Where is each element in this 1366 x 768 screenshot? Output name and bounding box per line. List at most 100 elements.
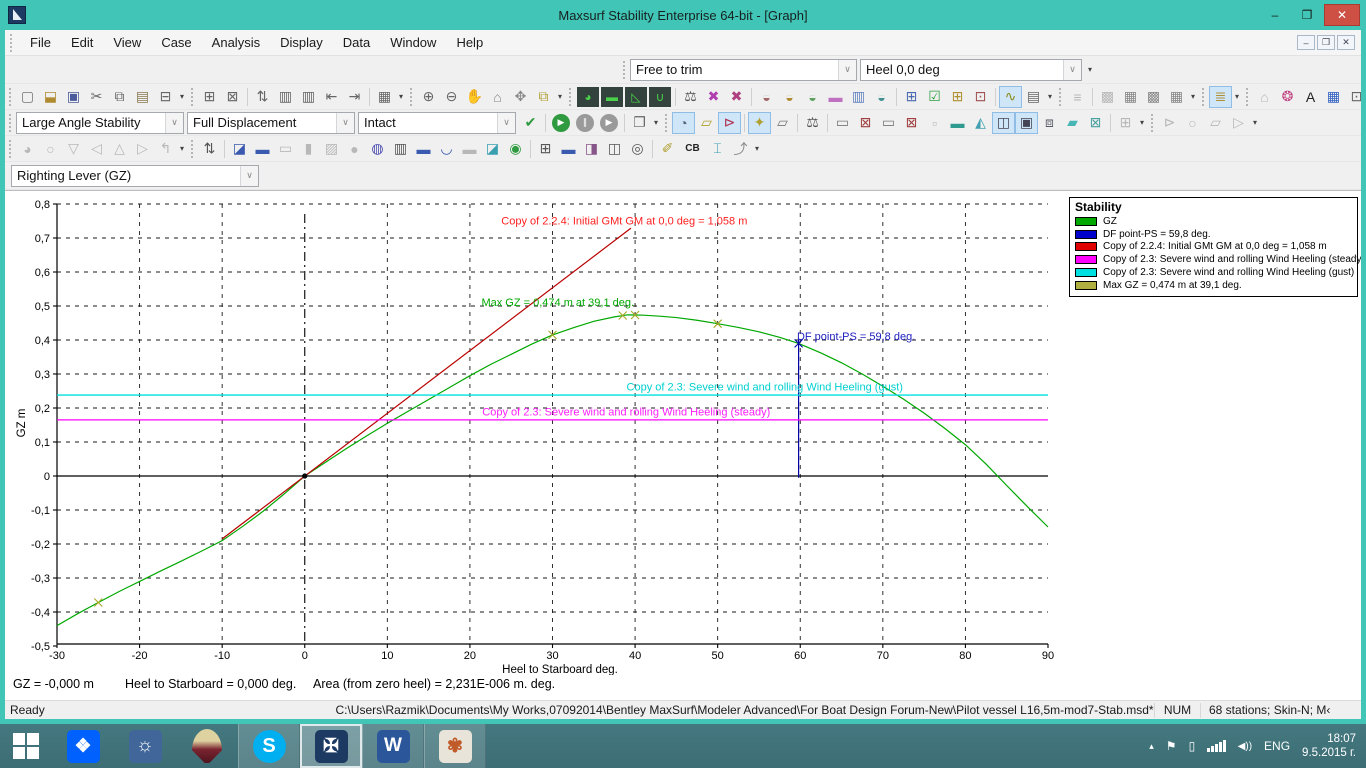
graph-window-button[interactable]: ∿ [999,86,1022,108]
grid-options-button[interactable]: ▦ [1165,86,1188,108]
object-button[interactable]: ● [343,138,366,160]
docking-button[interactable]: ▮ [297,138,320,160]
add-wave-button[interactable]: ✦ [748,112,771,134]
tank-open-button[interactable]: ◍ [366,138,389,160]
open-file-button[interactable]: ⬓ [39,86,62,108]
condition-combo[interactable]: Intact∨ [358,112,516,134]
wave-ship-button[interactable]: ◪ [481,138,504,160]
grid-coarse-button[interactable]: ▩ [1096,86,1119,108]
combo-dropdown-icon[interactable]: ∨ [165,113,183,133]
sounding-pipes-button[interactable]: ▥ [389,138,412,160]
folder-button[interactable]: ▬ [458,138,481,160]
copy-button[interactable]: ⧉ [108,86,131,108]
delete-loadcase-button[interactable]: ✖ [702,86,725,108]
render-mode-2-button[interactable]: ○ [39,138,62,160]
view-cube-button[interactable]: ⧈ [1038,112,1061,134]
print-button-dropdown-icon[interactable]: ▾ [177,92,187,101]
view-body-button[interactable]: ∪ [649,87,671,107]
cb-symbol-button[interactable]: CB [679,138,706,160]
delete-all-loadcases-button[interactable]: ✖ [725,86,748,108]
move-column-right-button[interactable]: ⇥ [343,86,366,108]
render-mode-1-button[interactable]: ◕ [16,138,39,160]
battery-icon[interactable]: ▯ [1189,739,1196,753]
loadcase-window-button[interactable]: ⊞ [946,86,969,108]
render-flat-button[interactable]: ▱ [695,112,718,134]
combo-dropdown-icon[interactable]: ∨ [1063,60,1081,80]
compartment-button[interactable]: ▬ [824,86,847,108]
insert-column-button[interactable]: ▥ [274,86,297,108]
render-mode-4-button[interactable]: ◁ [85,138,108,160]
key-point-button[interactable]: ▥ [847,86,870,108]
maxsurf-modeler-icon[interactable] [176,724,238,768]
combo-dropdown-icon[interactable]: ∨ [336,113,354,133]
mdi-minimize-button[interactable]: – [1297,35,1315,50]
assembly-tree-button-dropdown-icon[interactable]: ▾ [555,92,565,101]
hull-sections-x-button[interactable]: ⊠ [854,112,877,134]
new-file-button[interactable]: ▢ [16,86,39,108]
grid-medium-button[interactable]: ▦ [1119,86,1142,108]
window-arrange-button-dropdown-icon[interactable]: ▾ [651,118,661,127]
view-nofill-button[interactable]: ⊠ [1084,112,1107,134]
menu-window[interactable]: Window [380,31,446,55]
colors-button[interactable]: ❂ [1276,86,1299,108]
maximize-button[interactable]: ❐ [1292,4,1322,26]
font-button[interactable]: A [1299,86,1322,108]
render-mode-6-button[interactable]: ▷ [131,138,154,160]
skype-icon[interactable]: S [238,724,300,768]
criteria-globe-button[interactable]: ◎ [626,138,649,160]
hull-fill-button[interactable]: ▬ [946,112,969,134]
save-button[interactable]: ▣ [62,86,85,108]
curve-fair-button[interactable]: ⊳ [1158,112,1181,134]
colour-table-button[interactable]: ▦ [1322,86,1345,108]
maxsurf-stability-icon[interactable]: ✠ [300,724,362,768]
menu-view[interactable]: View [103,31,151,55]
window-arrange-button[interactable]: ❐ [628,112,651,134]
curve-circle-button[interactable]: ○ [1181,112,1204,134]
dropbox-icon[interactable]: ❖ [52,724,114,768]
measure-button[interactable]: ✐ [656,138,679,160]
draft-marks-button[interactable]: ⌶ [706,138,729,160]
table-options-button-dropdown-icon[interactable]: ▾ [396,92,406,101]
trim-mode-combo[interactable]: Free to trim ∨ [630,59,857,81]
print-button[interactable]: ⊟ [154,86,177,108]
home-button[interactable]: ⌂ [1253,86,1276,108]
solve-button[interactable]: ◉ [504,138,527,160]
menu-data[interactable]: Data [333,31,380,55]
curve-trim-button[interactable]: ▱ [1204,112,1227,134]
analysis-type-combo[interactable]: Large Angle Stability∨ [16,112,184,134]
minimize-button[interactable]: – [1260,4,1290,26]
loadcase-button[interactable]: ⚖ [679,86,702,108]
mdi-restore-button[interactable]: ❐ [1317,35,1335,50]
equations-button[interactable]: ≡ [1066,86,1089,108]
report-window-button[interactable]: ▤ [1022,86,1045,108]
rotate-view-button[interactable]: ✥ [509,86,532,108]
volume-icon[interactable]: ◀)) [1238,741,1252,752]
render-mode-3-button[interactable]: ▽ [62,138,85,160]
fsm-button[interactable]: ◫ [603,138,626,160]
menu-case[interactable]: Case [151,31,201,55]
pan-button[interactable]: ✋ [463,86,486,108]
displacement-combo[interactable]: Full Displacement∨ [187,112,355,134]
toolbar-overflow-icon[interactable]: ▾ [1085,65,1095,74]
zoom-out-button[interactable]: ⊖ [440,86,463,108]
table-options-button[interactable]: ▦ [373,86,396,108]
render-sections-button[interactable]: ⊳ [718,112,741,134]
trim-button[interactable]: ▬ [251,138,274,160]
heel-button[interactable]: ◪ [228,138,251,160]
menu-file[interactable]: File [20,31,61,55]
waterline-set-button[interactable]: ▬ [557,138,580,160]
pane-layout-button[interactable]: ⊞ [1114,112,1137,134]
mdi-close-button[interactable]: ✕ [1337,35,1355,50]
key-events-button[interactable]: ⤴ [729,138,752,160]
hull-outside-button[interactable]: ▭ [831,112,854,134]
curve-flip-button[interactable]: ▷ [1227,112,1250,134]
move-column-left-button[interactable]: ⇤ [320,86,343,108]
view-perspective-button[interactable]: ◕ [577,87,599,107]
criteria-results-button-dropdown-icon[interactable]: ▾ [1232,92,1242,101]
start-analysis-button[interactable]: ▶ [552,114,570,132]
clock[interactable]: 18:07 9.5.2015 г. [1302,732,1356,760]
float-ship-button[interactable]: ◡ [435,138,458,160]
menu-analysis[interactable]: Analysis [202,31,270,55]
insert-row-button[interactable]: ⊞ [198,86,221,108]
graph-type-combo[interactable]: Righting Lever (GZ) ∨ [11,165,259,187]
